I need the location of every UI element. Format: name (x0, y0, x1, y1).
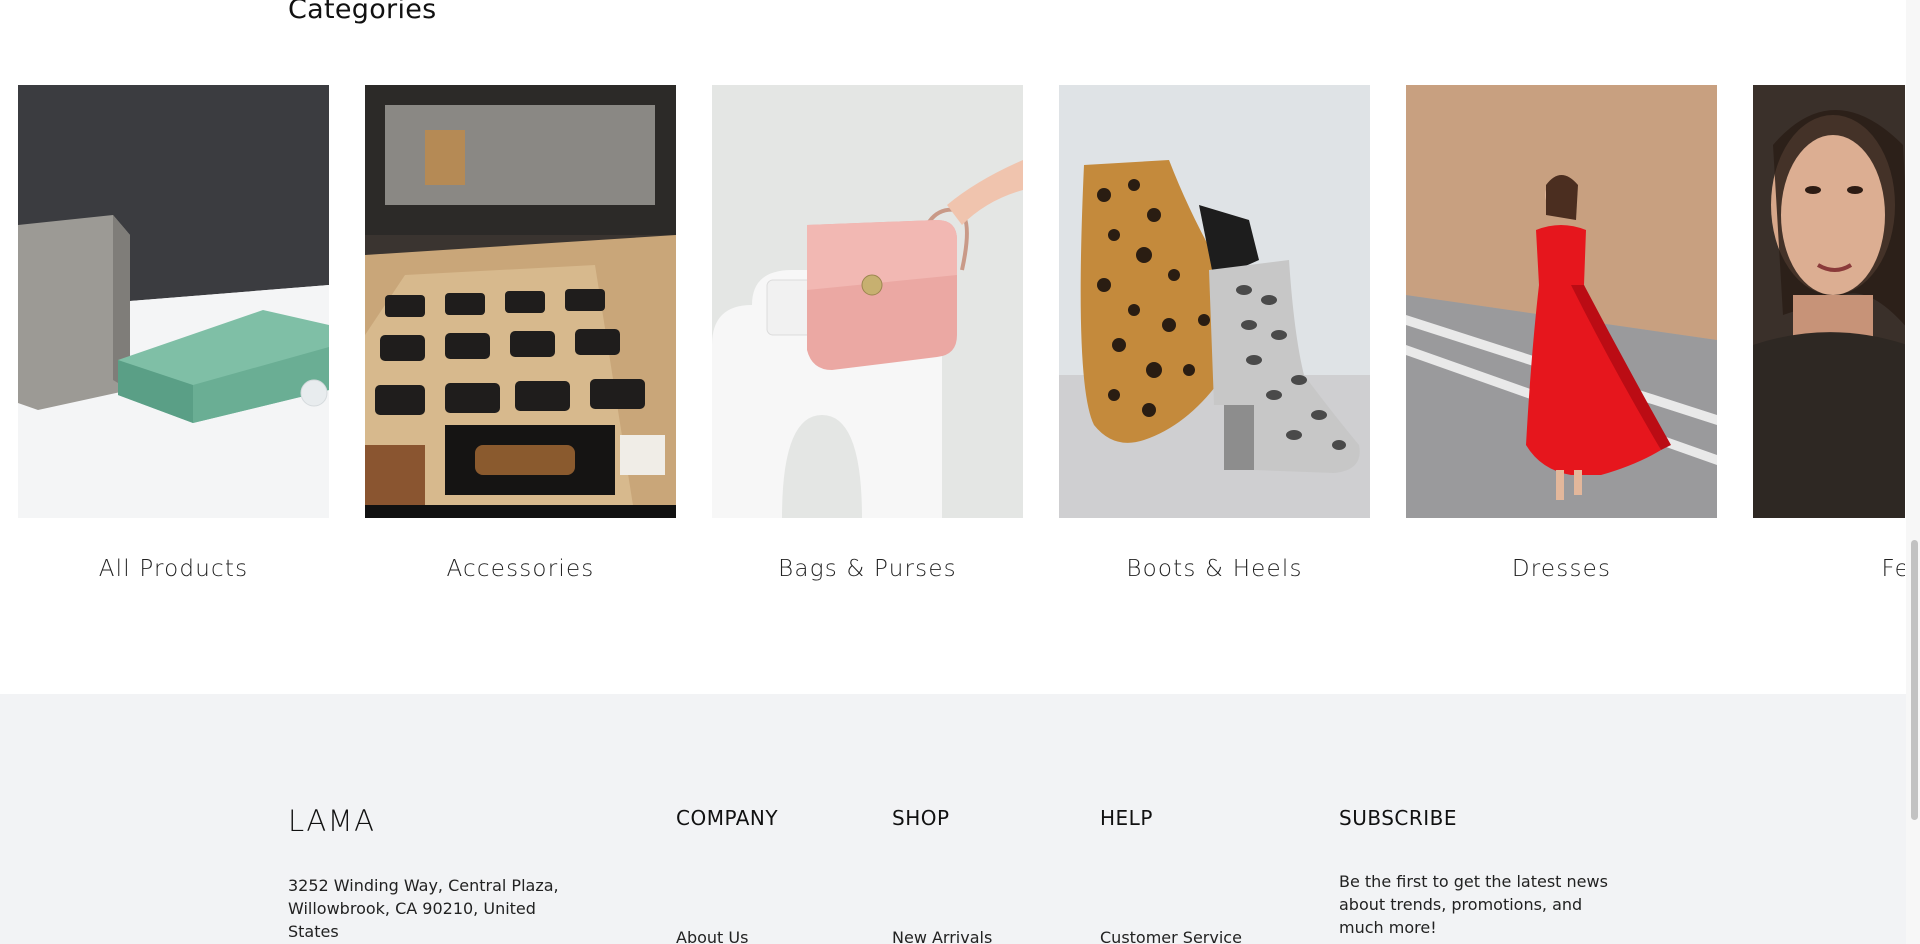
category-image-bags-purses (712, 85, 1023, 518)
page: Categories All Products Accessories Bags… (0, 0, 1920, 944)
category-image-dresses (1406, 85, 1717, 518)
footer-heading-shop: SHOP (892, 806, 950, 830)
categories-carousel[interactable]: All Products Accessories Bags & Purses B… (18, 85, 1905, 605)
category-card-all-products[interactable]: All Products (18, 85, 329, 605)
category-card-boots-heels[interactable]: Boots & Heels (1059, 85, 1370, 605)
category-label: Feat (1881, 556, 1905, 582)
category-label: All Products (98, 556, 249, 582)
categories-title: Categories (288, 0, 437, 25)
footer-heading-help: HELP (1100, 806, 1153, 830)
category-card-featured[interactable]: Feat (1753, 85, 1905, 605)
footer-link-customer-service[interactable]: Customer Service (1100, 928, 1242, 944)
category-card-accessories[interactable]: Accessories (365, 85, 676, 605)
footer-link-new-arrivals[interactable]: New Arrivals (892, 928, 992, 944)
category-label: Boots & Heels (1126, 556, 1303, 582)
footer-brand-logo[interactable]: LAMA (288, 804, 376, 838)
category-image-accessories (365, 85, 676, 518)
category-card-dresses[interactable]: Dresses (1406, 85, 1717, 605)
footer-heading-company: COMPANY (676, 806, 779, 830)
category-label: Bags & Purses (778, 556, 957, 582)
category-image-boots-heels (1059, 85, 1370, 518)
scrollbar-thumb[interactable] (1911, 540, 1918, 820)
category-label: Accessories (446, 556, 595, 582)
site-footer: LAMA 3252 Winding Way, Central Plaza, Wi… (0, 694, 1906, 944)
category-image-all-products (18, 85, 329, 518)
category-image-featured (1753, 85, 1905, 518)
category-card-bags-purses[interactable]: Bags & Purses (712, 85, 1023, 605)
page-scrollbar[interactable] (1906, 0, 1920, 944)
footer-address: 3252 Winding Way, Central Plaza, Willowb… (288, 876, 559, 941)
footer-link-about-us[interactable]: About Us (676, 928, 748, 944)
footer-heading-subscribe: SUBSCRIBE (1339, 806, 1458, 830)
subscribe-description: Be the first to get the latest news abou… (1339, 872, 1608, 937)
category-label: Dresses (1511, 556, 1612, 582)
